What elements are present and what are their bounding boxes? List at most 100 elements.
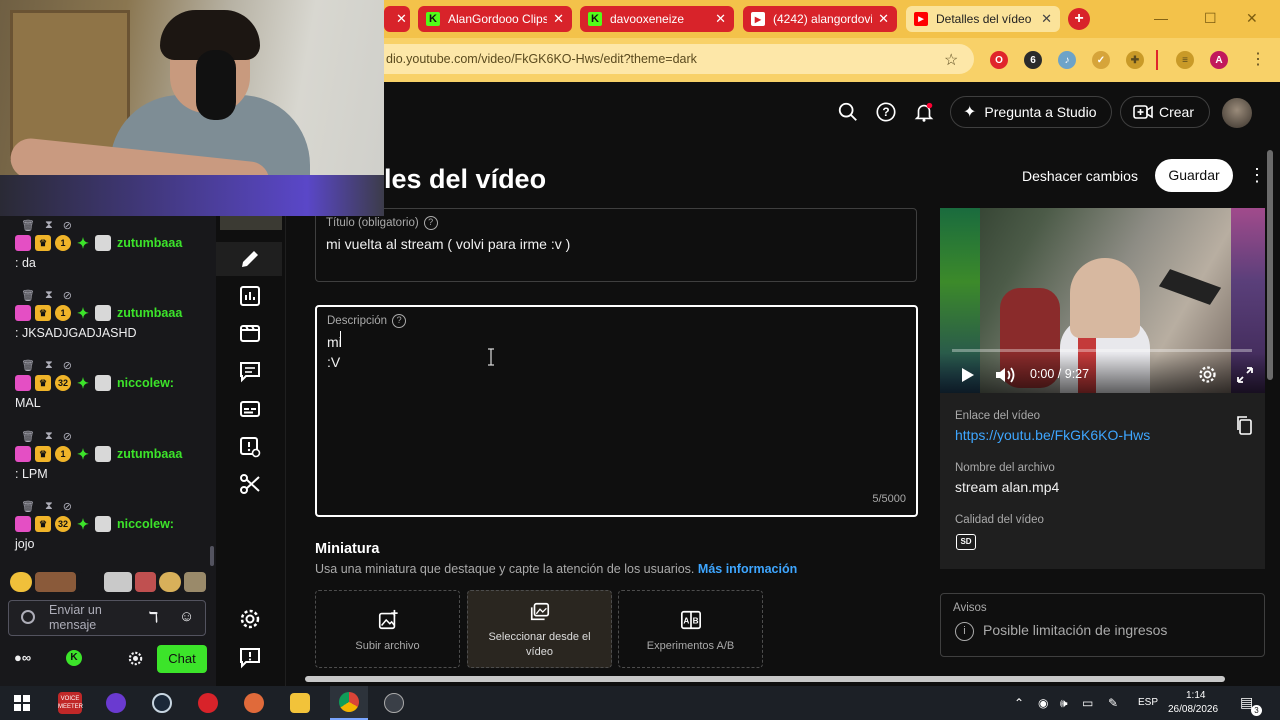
new-tab-button[interactable]: + [1068, 8, 1090, 30]
ban-icon[interactable]: ⊘ [63, 500, 72, 513]
opera-gx-icon[interactable] [198, 693, 218, 713]
check-extension-icon[interactable]: ✓ [1092, 51, 1110, 69]
gift-badge-icon[interactable] [95, 235, 111, 251]
level-badge-icon[interactable]: 1 [55, 305, 71, 321]
title-input[interactable]: mi vuelta al stream ( volvi para irme :v… [326, 236, 570, 252]
tab-close-icon[interactable]: ✕ [396, 11, 407, 27]
taskbar-active-app[interactable] [330, 686, 368, 720]
select-from-video-option[interactable]: Seleccionar desde el vídeo [467, 590, 612, 668]
opera-extension-icon[interactable]: O [990, 51, 1008, 69]
tab-alangordooo-clips[interactable]: K AlanGordooo Clips ✕ [418, 6, 572, 32]
chat-username[interactable]: niccolew: [117, 517, 174, 531]
horizontal-scrollbar[interactable] [305, 676, 1225, 682]
crown-badge-icon[interactable]: ♛ [35, 305, 51, 321]
tray-chevron-icon[interactable]: ⌃ [1014, 696, 1024, 710]
crown-badge-icon[interactable]: ♛ [35, 235, 51, 251]
video-preview-player[interactable]: 0:00 / 9:27 [940, 208, 1265, 393]
maximize-icon[interactable]: ☐ [1204, 10, 1217, 27]
fullscreen-icon[interactable] [1236, 366, 1254, 384]
video-settings-gear-icon[interactable] [1197, 364, 1218, 385]
subscriber-badge-icon[interactable] [15, 516, 31, 532]
tab-close-icon[interactable]: ✕ [878, 11, 889, 27]
subscriber-badge-icon[interactable] [15, 305, 31, 321]
tab-youtube-channel[interactable]: ▶ (4242) alangordovi ✕ [743, 6, 897, 32]
level-badge-icon[interactable]: 1 [55, 235, 71, 251]
gift-badge-icon[interactable] [95, 516, 111, 532]
app-icon[interactable] [106, 693, 126, 713]
play-icon[interactable] [958, 366, 976, 384]
create-button[interactable]: Crear [1120, 96, 1210, 128]
delete-icon[interactable]: 🗑 [21, 359, 35, 372]
chat-badge-icon[interactable] [21, 610, 35, 624]
reading-list-icon[interactable]: ≡ [1176, 51, 1194, 69]
extension-badge-icon[interactable]: 6 [1024, 51, 1042, 69]
emote[interactable] [34, 572, 77, 592]
nav-subtitles-icon[interactable] [238, 397, 262, 421]
crown-badge-icon[interactable]: ♛ [35, 375, 51, 391]
vertical-scrollbar[interactable] [1267, 150, 1273, 380]
delete-icon[interactable]: 🗑 [21, 219, 35, 232]
sparkle-badge-icon[interactable]: ✦ [75, 375, 91, 391]
tray-pen-icon[interactable]: ✎ [1108, 696, 1118, 710]
copy-link-icon[interactable] [1235, 415, 1253, 435]
upload-file-option[interactable]: Subir archivo [315, 590, 460, 668]
tray-discord-icon[interactable]: ◉ [1038, 696, 1048, 710]
tab-davooxeneize[interactable]: K davooxeneize ✕ [580, 6, 734, 32]
save-button[interactable]: Guardar [1155, 159, 1233, 192]
account-avatar[interactable] [1222, 98, 1252, 128]
sound-extension-icon[interactable]: ♪ [1058, 51, 1076, 69]
ban-icon[interactable]: ⊘ [63, 359, 72, 372]
emote[interactable] [159, 572, 182, 592]
browser-menu-icon[interactable]: ⋮ [1250, 49, 1266, 69]
subscriber-badge-icon[interactable] [15, 375, 31, 391]
timeout-icon[interactable]: ⧗ [45, 359, 53, 372]
sparkle-badge-icon[interactable]: ✦ [75, 305, 91, 321]
sparkle-badge-icon[interactable]: ✦ [75, 446, 91, 462]
voicemeeter-icon[interactable]: VOICE MEETER [58, 692, 83, 714]
bookmark-star-icon[interactable]: ☆ [944, 50, 958, 70]
undo-changes-button[interactable]: Deshacer cambios [1010, 160, 1150, 192]
emote[interactable] [104, 572, 132, 592]
ban-icon[interactable]: ⊘ [63, 430, 72, 443]
app-icon[interactable] [244, 693, 264, 713]
description-help-icon[interactable]: ? [392, 314, 407, 328]
kick-points-icon[interactable]: K [66, 650, 82, 666]
description-line-2[interactable]: :V [327, 354, 340, 370]
translate-icon[interactable]: ℸ [149, 609, 158, 626]
nav-feedback-icon[interactable] [238, 645, 262, 669]
delete-icon[interactable]: 🗑 [21, 430, 35, 443]
subscriber-badge-icon[interactable] [15, 235, 31, 251]
extensions-puzzle-icon[interactable]: ✚ [1126, 51, 1144, 69]
description-field[interactable]: Descripción ? mi :V 5/5000 [315, 305, 918, 517]
tab-partial[interactable]: ✕ [384, 6, 410, 32]
timeout-icon[interactable]: ⧗ [45, 219, 53, 232]
notifications-bell-icon[interactable] [913, 101, 935, 123]
chat-message-input[interactable]: Enviar un mensaje ℸ ☺ [8, 600, 206, 636]
close-window-icon[interactable]: ✕ [1246, 10, 1258, 27]
timeout-icon[interactable]: ⧗ [45, 289, 53, 302]
level-badge-icon[interactable]: 32 [55, 516, 71, 532]
chat-username[interactable]: niccolew: [117, 376, 174, 390]
gift-badge-icon[interactable] [95, 375, 111, 391]
search-icon[interactable] [837, 101, 859, 123]
file-explorer-icon[interactable] [290, 693, 310, 713]
app-icon[interactable] [384, 693, 404, 713]
more-info-link[interactable]: Más información [698, 562, 797, 576]
delete-icon[interactable]: 🗑 [21, 500, 35, 513]
video-progress-bar[interactable] [952, 349, 1252, 352]
gift-badge-icon[interactable] [95, 446, 111, 462]
tab-close-icon[interactable]: ✕ [553, 11, 564, 27]
nav-details-pencil-icon[interactable] [238, 247, 262, 271]
chat-settings-gear-icon[interactable] [127, 650, 144, 667]
warning-text[interactable]: Posible limitación de ingresos [983, 622, 1167, 638]
ban-icon[interactable]: ⊘ [63, 219, 72, 232]
sparkle-badge-icon[interactable]: ✦ [75, 516, 91, 532]
timeout-icon[interactable]: ⧗ [45, 430, 53, 443]
ban-icon[interactable]: ⊘ [63, 289, 72, 302]
profile-icon[interactable]: A [1210, 51, 1228, 69]
sparkle-badge-icon[interactable]: ✦ [75, 235, 91, 251]
channel-points-icon[interactable]: ●∞ [14, 650, 31, 665]
nav-editor-icon[interactable] [238, 321, 262, 345]
more-options-icon[interactable]: ⋮ [1248, 164, 1266, 186]
nav-copyright-icon[interactable] [238, 435, 262, 459]
